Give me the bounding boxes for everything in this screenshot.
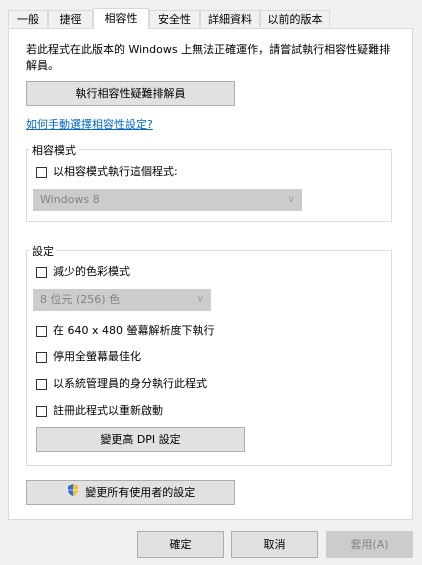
uac-shield-icon	[66, 482, 80, 505]
compat-mode-group	[26, 149, 392, 222]
run-as-admin-checkbox[interactable]	[36, 378, 47, 390]
tab-general[interactable]: 一般	[8, 10, 48, 27]
register-restart-checkbox-row[interactable]: 註冊此程式以重新啟動	[36, 403, 163, 419]
apply-button[interactable]: 套用(A)	[326, 531, 413, 558]
tab-label: 以前的版本	[267, 13, 323, 26]
change-all-users-button[interactable]: 變更所有使用者的設定	[26, 480, 235, 505]
tab-previous-versions[interactable]: 以前的版本	[260, 10, 330, 27]
run-as-admin-label: 以系統管理員的身分執行此程式	[53, 377, 207, 390]
button-label: 套用(A)	[350, 538, 389, 551]
tab-details[interactable]: 詳細資料	[200, 10, 260, 27]
select-value: Windows 8	[40, 193, 100, 206]
resolution-label: 在 640 x 480 螢幕解析度下執行	[53, 324, 215, 337]
register-restart-label: 註冊此程式以重新啟動	[53, 404, 163, 417]
resolution-checkbox[interactable]	[36, 325, 47, 337]
manual-settings-link[interactable]: 如何手動選擇相容性設定?	[26, 116, 153, 132]
button-label: 執行相容性疑難排解員	[75, 87, 186, 100]
run-as-admin-checkbox-row[interactable]: 以系統管理員的身分執行此程式	[36, 376, 207, 392]
button-label: 取消	[263, 538, 286, 551]
compatibility-panel: 若此程式在此版本的 Windows 上無法正確運作，請嘗試執行相容性疑難排解員。…	[8, 28, 413, 520]
compat-mode-checkbox[interactable]	[36, 166, 47, 178]
tab-shortcut[interactable]: 捷徑	[48, 10, 93, 27]
reduced-color-checkbox[interactable]	[36, 266, 47, 278]
run-troubleshooter-button[interactable]: 執行相容性疑難排解員	[26, 81, 235, 106]
tab-security[interactable]: 安全性	[149, 10, 200, 27]
color-mode-select[interactable]: 8 位元 (256) 色 ∨	[33, 289, 211, 311]
tab-label: 相容性	[104, 12, 138, 25]
disable-fullscreen-checkbox-row[interactable]: 停用全螢幕最佳化	[36, 349, 141, 365]
tab-label: 捷徑	[59, 13, 82, 26]
button-label: 確定	[169, 538, 192, 551]
button-label: 變更高 DPI 設定	[100, 433, 181, 446]
tab-label: 一般	[17, 13, 39, 26]
reduced-color-label: 減少的色彩模式	[53, 265, 130, 278]
resolution-checkbox-row[interactable]: 在 640 x 480 螢幕解析度下執行	[36, 323, 215, 339]
disable-fullscreen-label: 停用全螢幕最佳化	[53, 350, 141, 363]
change-dpi-button[interactable]: 變更高 DPI 設定	[36, 427, 245, 452]
compat-mode-checkbox-row[interactable]: 以相容模式執行這個程式:	[36, 164, 178, 180]
tab-label: 安全性	[158, 13, 191, 26]
register-restart-checkbox[interactable]	[36, 405, 47, 417]
chevron-down-icon: ∨	[287, 194, 295, 205]
ok-button[interactable]: 確定	[137, 531, 224, 558]
disable-fullscreen-checkbox[interactable]	[36, 351, 47, 363]
compat-mode-title: 相容模式	[29, 142, 79, 158]
description-text: 若此程式在此版本的 Windows 上無法正確運作，請嘗試執行相容性疑難排解員。	[26, 43, 391, 72]
chevron-down-icon: ∨	[196, 294, 204, 305]
settings-title: 設定	[29, 243, 57, 259]
compat-mode-checkbox-label: 以相容模式執行這個程式:	[53, 165, 178, 178]
tab-label: 詳細資料	[208, 13, 252, 26]
tab-compatibility[interactable]: 相容性	[93, 8, 149, 29]
cancel-button[interactable]: 取消	[231, 531, 318, 558]
select-value: 8 位元 (256) 色	[40, 293, 121, 306]
reduced-color-checkbox-row[interactable]: 減少的色彩模式	[36, 264, 130, 280]
compat-os-select[interactable]: Windows 8 ∨	[33, 189, 302, 211]
button-label: 變更所有使用者的設定	[85, 486, 196, 499]
